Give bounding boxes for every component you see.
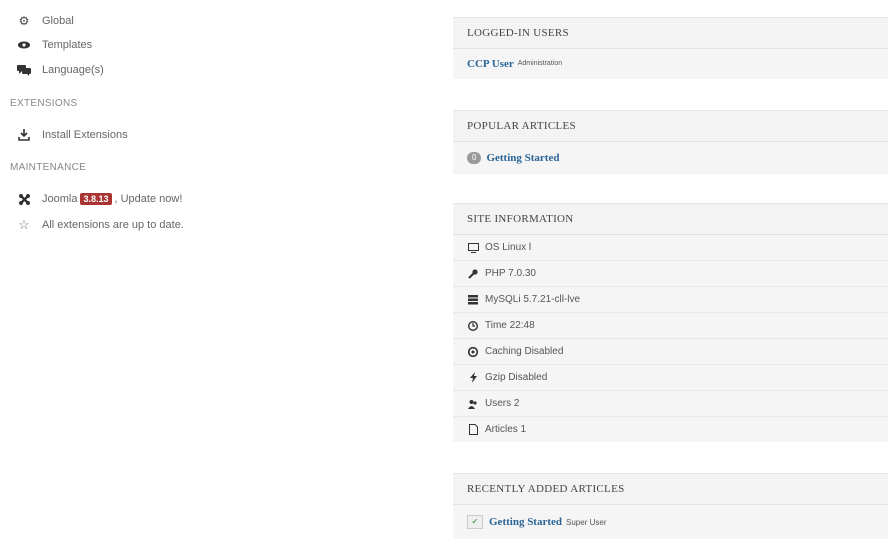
maintenance-heading: MAINTENANCE — [10, 162, 87, 173]
star-icon: ☆ — [18, 217, 30, 232]
sidebar-item-label: Language(s) — [42, 64, 104, 76]
panel-title: RECENTLY ADDED ARTICLES — [453, 474, 888, 505]
site-info-label: Articles 1 — [485, 424, 527, 435]
article-link[interactable]: Getting Started — [489, 510, 562, 535]
list-item: CCP User Administration — [453, 49, 888, 79]
sidebar-item-templates[interactable]: Templates — [17, 36, 92, 54]
eye-icon — [17, 38, 31, 52]
panel-title: LOGGED-IN USERS — [453, 18, 888, 49]
panel-title: POPULAR ARTICLES — [453, 111, 888, 142]
extensions-status-link[interactable]: ☆ All extensions are up to date. — [17, 216, 184, 234]
database-icon — [467, 294, 479, 305]
recently-added-panel: RECENTLY ADDED ARTICLES ✔ Getting Starte… — [453, 473, 888, 539]
site-info-label: PHP 7.0.30 — [485, 268, 536, 279]
site-info-label: Time 22:48 — [485, 320, 535, 331]
comments-icon — [17, 63, 31, 77]
flash-icon — [467, 372, 479, 383]
sidebar-item-languages[interactable]: Language(s) — [17, 61, 104, 79]
site-info-label: Users 2 — [485, 398, 520, 409]
extensions-status-label: All extensions are up to date. — [42, 219, 184, 231]
monitor-icon — [467, 242, 479, 253]
article-link[interactable]: Getting Started — [486, 146, 559, 171]
sidebar-item-label: Global — [42, 15, 74, 27]
joomla-icon — [17, 192, 31, 206]
user-link[interactable]: CCP User — [467, 49, 514, 79]
joomla-update-link[interactable]: Joomla 3.8.13 , Update now! — [17, 190, 182, 208]
download-icon — [17, 128, 31, 142]
site-info-row: Caching Disabled — [453, 339, 888, 365]
site-info-row: OS Linux l — [453, 235, 888, 261]
site-info-label: MySQLi 5.7.21-cll-lve — [485, 294, 581, 305]
user-role: Administration — [517, 60, 563, 67]
hits-badge: 0 — [467, 152, 482, 164]
panel-title: SITE INFORMATION — [453, 204, 888, 235]
published-check-icon: ✔ — [467, 515, 483, 529]
site-info-row: PHP 7.0.30 — [453, 261, 888, 287]
logged-in-users-panel: LOGGED-IN USERS CCP User Administration — [453, 17, 888, 79]
site-info-label: OS Linux l — [485, 242, 532, 253]
users-icon — [467, 399, 479, 409]
popular-articles-panel: POPULAR ARTICLES 0 Getting Started — [453, 110, 888, 174]
file-icon — [467, 424, 479, 435]
site-info-row: Articles 1 — [453, 417, 888, 442]
version-badge: 3.8.13 — [80, 193, 112, 205]
joomla-prefix: Joomla — [42, 193, 78, 205]
list-item: ✔ Getting Started Super User — [453, 505, 888, 539]
site-info-row: Users 2 — [453, 391, 888, 417]
site-info-label: Gzip Disabled — [485, 372, 548, 383]
list-item: 0 Getting Started — [453, 142, 888, 174]
site-info-row: MySQLi 5.7.21-cll-lve — [453, 287, 888, 313]
install-extensions-label: Install Extensions — [42, 129, 128, 141]
wrench-icon — [467, 268, 479, 279]
sidebar-item-label: Templates — [42, 39, 93, 51]
extensions-heading: EXTENSIONS — [10, 98, 78, 109]
article-author: Super User — [566, 517, 607, 527]
clock-icon — [467, 320, 479, 331]
site-info-label: Caching Disabled — [485, 346, 564, 357]
joomla-update-text: , Update now! — [114, 193, 183, 205]
site-info-row: Time 22:48 — [453, 313, 888, 339]
gear-icon: ⚙ — [18, 14, 30, 28]
site-info-row: Gzip Disabled — [453, 365, 888, 391]
install-extensions-link[interactable]: Install Extensions — [17, 126, 128, 144]
site-information-panel: SITE INFORMATION OS Linux l PHP 7.0.30 M… — [453, 203, 888, 442]
dashboard-icon — [467, 346, 479, 357]
sidebar-item-global[interactable]: ⚙ Global — [17, 12, 74, 30]
